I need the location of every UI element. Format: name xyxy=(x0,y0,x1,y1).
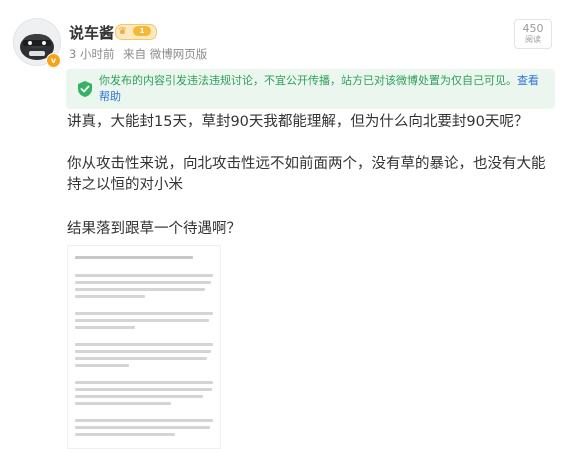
image-text-line xyxy=(75,433,175,436)
moderation-notice: 你发布的内容引发违法违规讨论，不宜公开传播，站方已对该微博处置为仅自己可见。查看… xyxy=(66,69,555,109)
view-count-label: 阅读 xyxy=(525,35,541,44)
image-text-line xyxy=(75,426,210,429)
image-text-line xyxy=(75,326,135,329)
view-count: 450 xyxy=(522,22,544,35)
post-text-paragraph-2: 你从攻击性来说，向北攻击性远不如前面两个，没有草的暴论，也没有大能持之以恒的对小… xyxy=(67,156,546,193)
image-text-line xyxy=(75,364,129,367)
image-text-line xyxy=(75,402,171,405)
vip-level: 1 xyxy=(133,26,151,36)
image-text-line xyxy=(75,295,145,298)
image-text-line xyxy=(75,381,213,384)
image-text-line xyxy=(75,274,213,277)
view-count-badge: 450 阅读 xyxy=(514,19,552,49)
image-text-line xyxy=(75,419,213,422)
notice-text: 你发布的内容引发违法违规讨论，不宜公开传播，站方已对该微博处置为仅自己可见。 xyxy=(99,74,517,87)
post-time[interactable]: 3 小时前 xyxy=(69,47,114,61)
image-text-line xyxy=(75,343,213,346)
post-text-paragraph-3: 结果落到跟草一个待遇啊？ xyxy=(67,221,241,237)
image-text-line xyxy=(75,357,207,360)
verified-badge-icon: v xyxy=(46,53,61,68)
post-source: 来自 微博网页版 xyxy=(123,47,208,61)
author-name[interactable]: 说车酱 xyxy=(69,22,114,43)
image-text-line xyxy=(75,288,205,291)
image-text-line xyxy=(75,312,213,315)
notice-message: 你发布的内容引发违法违规讨论，不宜公开传播，站方已对该微博处置为仅自己可见。查看… xyxy=(99,73,549,105)
image-text-line xyxy=(75,350,211,353)
post-meta: 3 小时前 来自 微博网页版 xyxy=(69,46,212,62)
image-text-line xyxy=(75,256,193,259)
post-long-image[interactable] xyxy=(67,245,221,449)
image-text-line xyxy=(75,319,209,322)
post-text-paragraph-1: 讲真，大能封15天，草封90天我都能理解，但为什么向北要封90天呢？ xyxy=(67,114,529,130)
vip-badge[interactable]: ♛ 1 xyxy=(115,24,157,40)
shield-check-icon xyxy=(78,81,92,97)
image-text-line xyxy=(75,395,203,398)
image-text-line xyxy=(75,388,212,391)
image-text-line xyxy=(75,281,211,284)
crown-icon: ♛ xyxy=(118,26,127,37)
